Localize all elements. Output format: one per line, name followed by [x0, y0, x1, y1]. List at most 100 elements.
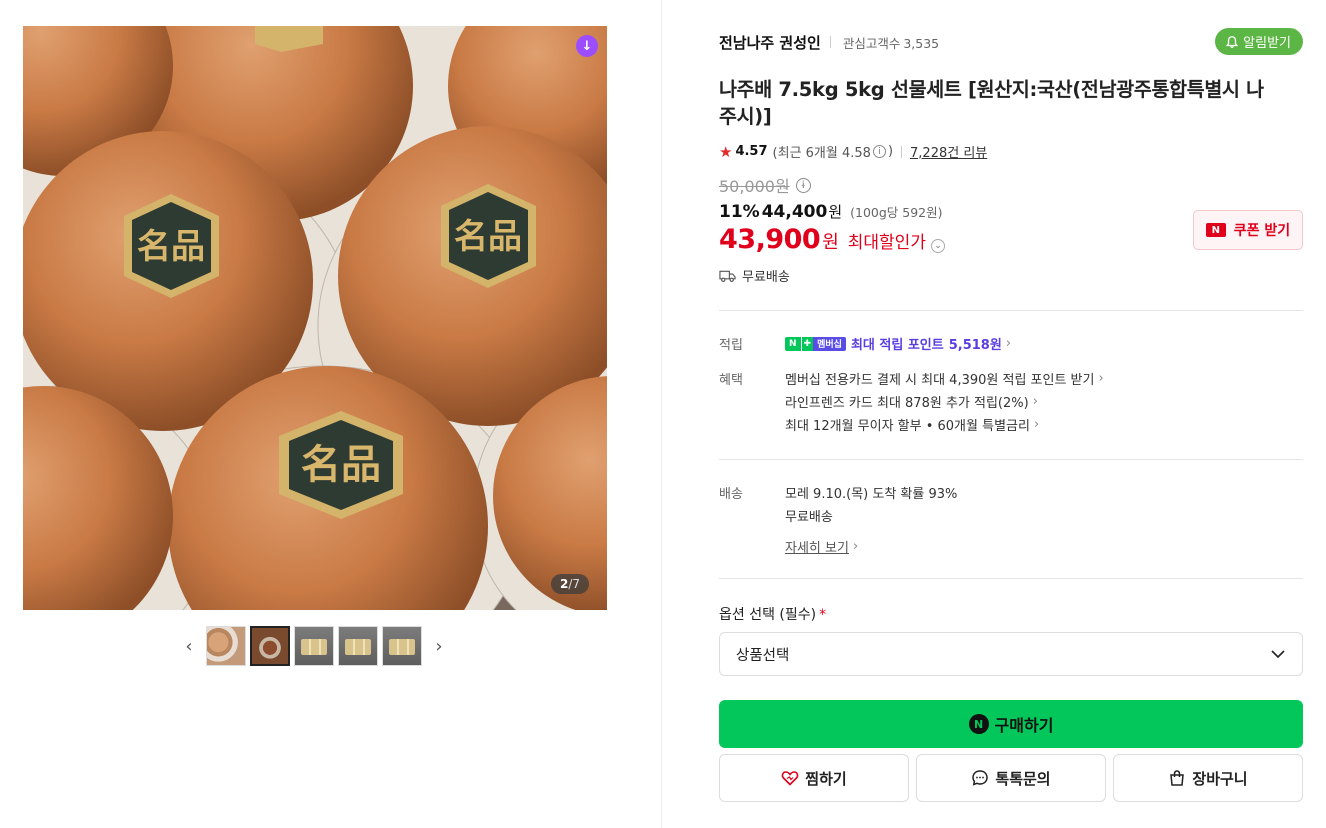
secondary-actions: 찜하기 톡톡문의 장바구니	[719, 754, 1303, 802]
image-counter-total: /7	[568, 577, 580, 591]
rating-score: 4.57	[735, 144, 768, 159]
chevron-down-icon	[1271, 650, 1285, 659]
pears-photo: 名品 名品 名品	[23, 26, 607, 610]
chevron-right-icon: ›	[1098, 371, 1104, 386]
section-divider	[719, 459, 1303, 460]
option-label: 옵션 선택 (필수) *	[719, 604, 826, 624]
delivery-arrival-text: 모레 9.10.(목) 도착 확률 93%	[785, 487, 958, 502]
max-discount-label: 최대할인가	[847, 233, 926, 253]
star-icon: ★	[719, 142, 733, 161]
original-price: 50,000원 i	[719, 173, 813, 197]
badge-membership: 멤버십	[813, 336, 846, 351]
alarm-label: 알림받기	[1243, 36, 1291, 51]
buy-label: 구매하기	[994, 716, 1054, 735]
image-counter: 2/7	[550, 574, 589, 594]
sale-price-unit: 원	[828, 203, 843, 221]
price-info-icon[interactable]: i	[795, 177, 811, 193]
followers-value: 3,535	[903, 35, 940, 51]
product-gallery: 名品 名品 名品 ↓ 2/7 ‹ ›	[0, 0, 662, 828]
talk-button[interactable]: 톡톡문의	[916, 754, 1106, 802]
badge-plus: ✚	[800, 336, 814, 351]
unit-price: (100g당 592원)	[850, 205, 943, 220]
points-text: 최대 적립 포인트	[850, 338, 944, 353]
max-discount-price: 43,900	[719, 224, 821, 255]
chevron-right-icon: ›	[852, 539, 859, 554]
naverpay-icon: N	[968, 714, 989, 734]
thumbnail-3[interactable]	[294, 626, 334, 666]
membership-badge: N ✚ 멤버십	[785, 336, 846, 351]
required-mark: *	[819, 607, 827, 623]
svg-text:名品: 名品	[301, 441, 381, 488]
cart-button[interactable]: 장바구니	[1113, 754, 1303, 802]
perk-line[interactable]: 멤버십 전용카드 결제 시 최대 4,390원 적립 포인트 받기 ›	[785, 369, 1104, 388]
delivery-detail-link[interactable]: 자세히 보기 ›	[785, 537, 858, 556]
delivery-label: 배송	[719, 487, 743, 502]
points-line[interactable]: N ✚ 멤버십 최대 적립 포인트 5,518원 ›	[785, 334, 1011, 353]
discount-rate: 11%	[719, 202, 760, 222]
shipping-label: 무료배송	[742, 270, 790, 285]
review-count-link[interactable]: 7,228건 리뷰	[910, 142, 987, 161]
svg-text:名品: 名品	[454, 217, 522, 257]
download-icon[interactable]: ↓	[576, 35, 598, 57]
badge-n: N	[785, 336, 801, 351]
section-divider	[719, 310, 1303, 311]
delivery-fee-text: 무료배송	[785, 510, 833, 525]
divider	[829, 36, 831, 48]
alarm-button[interactable]: 알림받기	[1215, 28, 1303, 55]
rating-recent: (최근 6개월 4.58	[772, 146, 871, 161]
delivery-arrival: 모레 9.10.(목) 도착 확률 93%	[785, 483, 957, 502]
cart-label: 장바구니	[1192, 769, 1248, 788]
thumbnail-strip: ‹ ›	[176, 626, 452, 666]
seller-row: 전남나주 권성인 관심고객수 3,535 알림받기	[719, 28, 1303, 56]
shopping-bag-icon	[1170, 770, 1185, 786]
delivery-fee: 무료배송	[785, 506, 833, 525]
divider	[901, 145, 903, 158]
product-title: 나주배 7.5kg 5kg 선물세트 [원산지:국산(전남광주통합특별시 나주시…	[719, 78, 1264, 128]
thumbnail-next-icon[interactable]: ›	[426, 626, 452, 666]
thumbnail-1[interactable]	[206, 626, 246, 666]
max-discount-row[interactable]: 43,900 원 최대할인가 ⌄	[719, 224, 945, 255]
perks-label: 혜택	[719, 373, 743, 388]
heart-icon	[781, 771, 799, 786]
thumbnail-2[interactable]	[250, 626, 290, 666]
info-icon[interactable]: i	[872, 145, 886, 158]
truck-icon	[719, 270, 736, 282]
chat-bubble-icon	[972, 770, 989, 786]
sale-price-value: 44,400	[761, 202, 828, 222]
main-product-image[interactable]: 名品 名品 名品 ↓ 2/7	[23, 26, 607, 610]
coupon-label: 쿠폰 받기	[1233, 223, 1291, 239]
chevron-right-icon: ›	[1032, 394, 1038, 409]
thumbnail-5[interactable]	[382, 626, 422, 666]
points-label: 적립	[719, 338, 743, 353]
followers-count: 관심고객수 3,535	[840, 33, 939, 52]
original-price-value: 50,000원	[719, 177, 790, 196]
wish-button[interactable]: 찜하기	[719, 754, 909, 802]
talk-label: 톡톡문의	[995, 769, 1051, 788]
thumbnail-prev-icon[interactable]: ‹	[176, 626, 202, 666]
perk-text: 최대 12개월 무이자 할부 • 60개월 특별금리	[785, 419, 1030, 434]
shipping-row: 무료배송	[719, 266, 790, 285]
option-select[interactable]: 상품선택	[719, 632, 1303, 676]
option-label-text: 옵션 선택 (필수)	[719, 607, 817, 623]
perk-text: 멤버십 전용카드 결제 시 최대 4,390원 적립 포인트 받기	[785, 373, 1095, 388]
chevron-right-icon: ›	[1033, 417, 1040, 432]
rating-row: ★ 4.57 (최근 6개월 4.58 i ) 7,228건 리뷰	[719, 142, 987, 162]
followers-label: 관심고객수	[842, 35, 901, 51]
chevron-right-icon: ›	[1005, 336, 1012, 351]
section-divider	[719, 578, 1303, 579]
max-discount-unit: 원	[822, 232, 839, 253]
coupon-icon: N	[1205, 223, 1226, 237]
perk-line[interactable]: 최대 12개월 무이자 할부 • 60개월 특별금리 ›	[785, 415, 1039, 434]
option-select-value: 상품선택	[736, 647, 790, 664]
wish-label: 찜하기	[805, 769, 847, 788]
coupon-button[interactable]: N 쿠폰 받기	[1193, 210, 1303, 250]
svg-text:名品: 名品	[137, 227, 205, 267]
perk-line[interactable]: 라인프렌즈 카드 최대 878원 추가 적립(2%) ›	[785, 392, 1038, 411]
thumbnail-4[interactable]	[338, 626, 378, 666]
points-value: 5,518원	[948, 338, 1002, 353]
buy-button[interactable]: N 구매하기	[719, 700, 1303, 748]
seller-name[interactable]: 전남나주 권성인	[719, 32, 821, 53]
perk-text: 라인프렌즈 카드 최대 878원 추가 적립(2%)	[785, 396, 1029, 411]
rating-recent-close: )	[887, 144, 894, 159]
chevron-down-icon[interactable]: ⌄	[930, 239, 945, 253]
